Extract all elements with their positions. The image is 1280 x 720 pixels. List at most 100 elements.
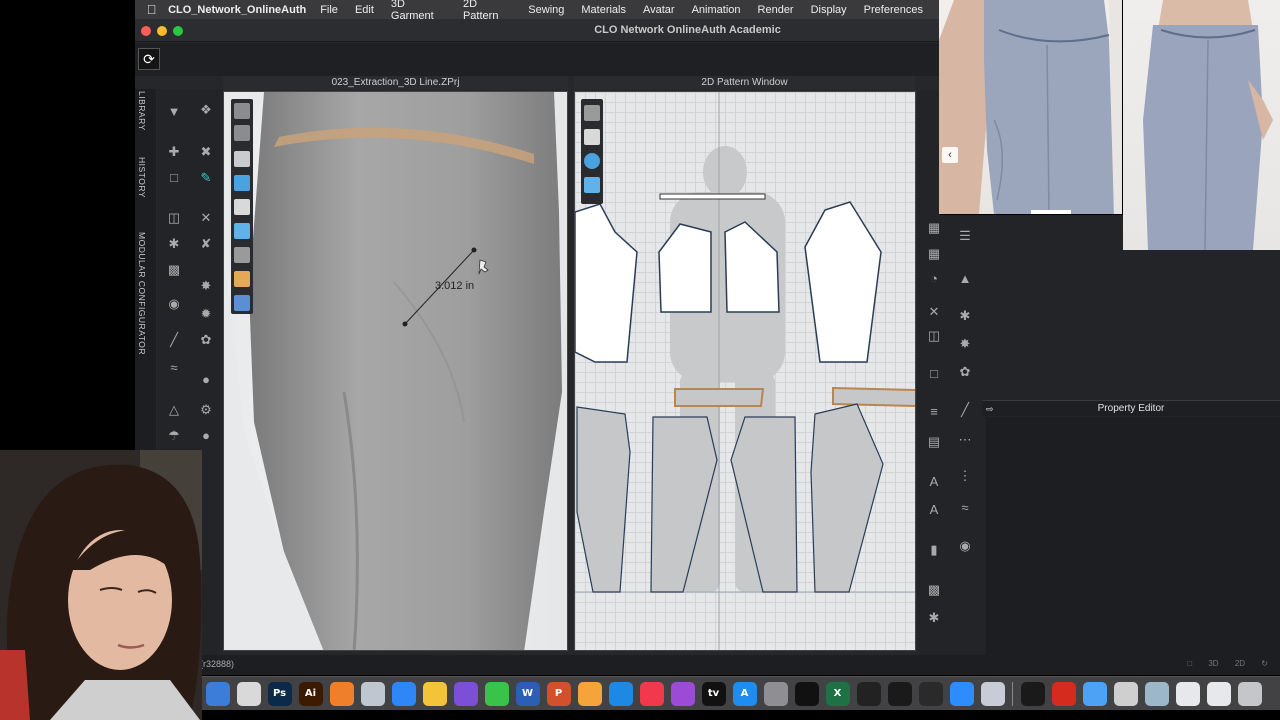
tack-icon[interactable]: ✱ <box>165 235 183 253</box>
music-icon[interactable] <box>639 681 664 706</box>
avatar-view-icon[interactable] <box>234 103 250 119</box>
excel-icon[interactable]: X <box>825 681 850 706</box>
zigzag-icon[interactable]: ≈ <box>956 499 974 517</box>
menu-avatar[interactable]: Avatar <box>643 4 675 16</box>
menu-render[interactable]: Render <box>758 4 794 16</box>
zoom-icon[interactable] <box>949 681 974 706</box>
sewing-line-icon[interactable]: ☰ <box>956 227 974 245</box>
clock-icon[interactable] <box>856 681 881 706</box>
menu-sewing[interactable]: Sewing <box>528 4 564 16</box>
window-thumb-2-icon[interactable] <box>1206 681 1231 706</box>
appstore-icon[interactable]: A <box>732 681 757 706</box>
walk-avatar-icon[interactable]: ❖ <box>197 101 215 119</box>
powerpoint-icon[interactable]: P <box>546 681 571 706</box>
menu-edit[interactable]: Edit <box>355 4 374 16</box>
line-tool-icon[interactable]: ╱ <box>165 331 183 349</box>
settings-icon[interactable] <box>763 681 788 706</box>
clo-logo-icon[interactable]: ⟳ <box>138 48 160 70</box>
grid-select-icon[interactable]: ▦ <box>925 245 943 263</box>
appletv-icon[interactable]: tv <box>701 681 726 706</box>
pattern-pen-icon[interactable] <box>584 105 600 121</box>
safari-alt-icon[interactable] <box>360 681 385 706</box>
acrobat-icon[interactable] <box>1051 681 1076 706</box>
apple-icon[interactable]:  <box>135 2 168 17</box>
graphic-icon[interactable]: ● <box>197 371 215 389</box>
3d-viewport[interactable]: 3.012 in <box>223 91 568 651</box>
text-large-icon[interactable]: A <box>925 501 943 519</box>
chrome-icon[interactable] <box>236 681 261 706</box>
segment-icon[interactable]: ╱ <box>956 401 974 419</box>
status-2d-label[interactable]: 2D <box>1235 659 1245 668</box>
siri-icon[interactable] <box>453 681 478 706</box>
shirt-pattern-icon[interactable]: ▲ <box>956 270 974 288</box>
select-box-icon[interactable]: □ <box>165 169 183 187</box>
photo-previous-button[interactable]: ‹ <box>942 147 958 163</box>
xray-icon[interactable] <box>234 247 250 263</box>
text-tool-icon[interactable]: A <box>925 473 943 491</box>
fold-icon[interactable]: ◫ <box>165 209 183 227</box>
menu-preferences[interactable]: Preferences <box>864 4 923 16</box>
safari-icon[interactable] <box>391 681 416 706</box>
launchpad-icon[interactable] <box>329 681 354 706</box>
pattern-shirt-icon[interactable] <box>584 129 600 145</box>
fan-icon[interactable]: ✱ <box>925 609 943 627</box>
menu-display[interactable]: Display <box>811 4 847 16</box>
cross-icon[interactable]: ✕ <box>925 303 943 321</box>
dashed-line-icon[interactable]: ⋯ <box>956 431 974 449</box>
symmetry-icon[interactable]: ✿ <box>956 363 974 381</box>
messages-icon[interactable] <box>484 681 509 706</box>
copy-icon[interactable]: ◫ <box>925 327 943 345</box>
activity-monitor-icon[interactable] <box>1020 681 1045 706</box>
tab-library[interactable]: LIBRARY <box>137 91 147 131</box>
illustrator-icon[interactable]: Ai <box>298 681 323 706</box>
pressure-map-icon[interactable] <box>234 199 250 215</box>
photoshop-icon[interactable]: Ps <box>267 681 292 706</box>
info-icon[interactable] <box>584 153 600 169</box>
move-icon[interactable]: ✚ <box>165 143 183 161</box>
menu-animation[interactable]: Animation <box>692 4 741 16</box>
expand-arrow-icon[interactable]: ⇨ <box>986 401 994 417</box>
measure-tool-icon[interactable]: ✎ <box>197 169 215 187</box>
texture-view-icon[interactable] <box>234 175 250 191</box>
ruler-icon[interactable]: ▤ <box>925 433 943 451</box>
texture-tool-icon[interactable]: ▩ <box>925 581 943 599</box>
vectorworks-icon[interactable] <box>887 681 912 706</box>
scissors-icon[interactable]: ✕ <box>197 209 215 227</box>
garment-view-icon[interactable] <box>234 125 250 141</box>
preview-icon[interactable] <box>980 681 1005 706</box>
2d-pattern-viewport[interactable] <box>574 91 916 651</box>
mail-icon[interactable] <box>1082 681 1107 706</box>
window-thumb-icon[interactable] <box>1175 681 1200 706</box>
trash-icon[interactable] <box>1237 681 1262 706</box>
vertical-line-icon[interactable]: ⋮ <box>956 467 974 485</box>
tab-history[interactable]: HISTORY <box>137 157 147 198</box>
down-arrow-icon[interactable]: ▼ <box>165 103 183 121</box>
pages-icon[interactable] <box>577 681 602 706</box>
pin-icon[interactable]: ✖ <box>197 143 215 161</box>
lock-icon[interactable]: ● <box>197 427 215 445</box>
printer-icon[interactable] <box>1113 681 1138 706</box>
puckering-icon[interactable]: ✿ <box>197 331 215 349</box>
menu-app-name[interactable]: CLO_Network_OnlineAuth <box>168 4 306 16</box>
button-tool-icon[interactable]: ◉ <box>165 295 183 313</box>
topstitch-icon[interactable]: ✹ <box>197 305 215 323</box>
clo-icon[interactable] <box>794 681 819 706</box>
zipper-icon[interactable]: ≈ <box>165 359 183 377</box>
bucket-icon[interactable]: ◔ <box>925 270 943 288</box>
podcasts-icon[interactable] <box>670 681 695 706</box>
keynote-icon[interactable] <box>608 681 633 706</box>
mesh-view-icon[interactable] <box>234 151 250 167</box>
umbrella-icon[interactable]: ☂ <box>165 427 183 445</box>
pattern-pin-icon[interactable]: ✱ <box>956 307 974 325</box>
avatar-skin-icon[interactable] <box>234 271 250 287</box>
pattern-grid-icon[interactable]: ▦ <box>925 219 943 237</box>
menu-materials[interactable]: Materials <box>581 4 626 16</box>
barcode-icon[interactable]: ▮ <box>925 541 943 559</box>
strain-map-icon[interactable] <box>234 223 250 239</box>
trim-icon[interactable]: ✸ <box>197 277 215 295</box>
status-refresh-icon[interactable]: ↻ <box>1261 659 1268 668</box>
stitch-icon[interactable]: ✸ <box>956 335 974 353</box>
layout-icon[interactable]: ≡ <box>925 403 943 421</box>
finder-icon[interactable] <box>205 681 230 706</box>
user-folder-icon[interactable] <box>1144 681 1169 706</box>
